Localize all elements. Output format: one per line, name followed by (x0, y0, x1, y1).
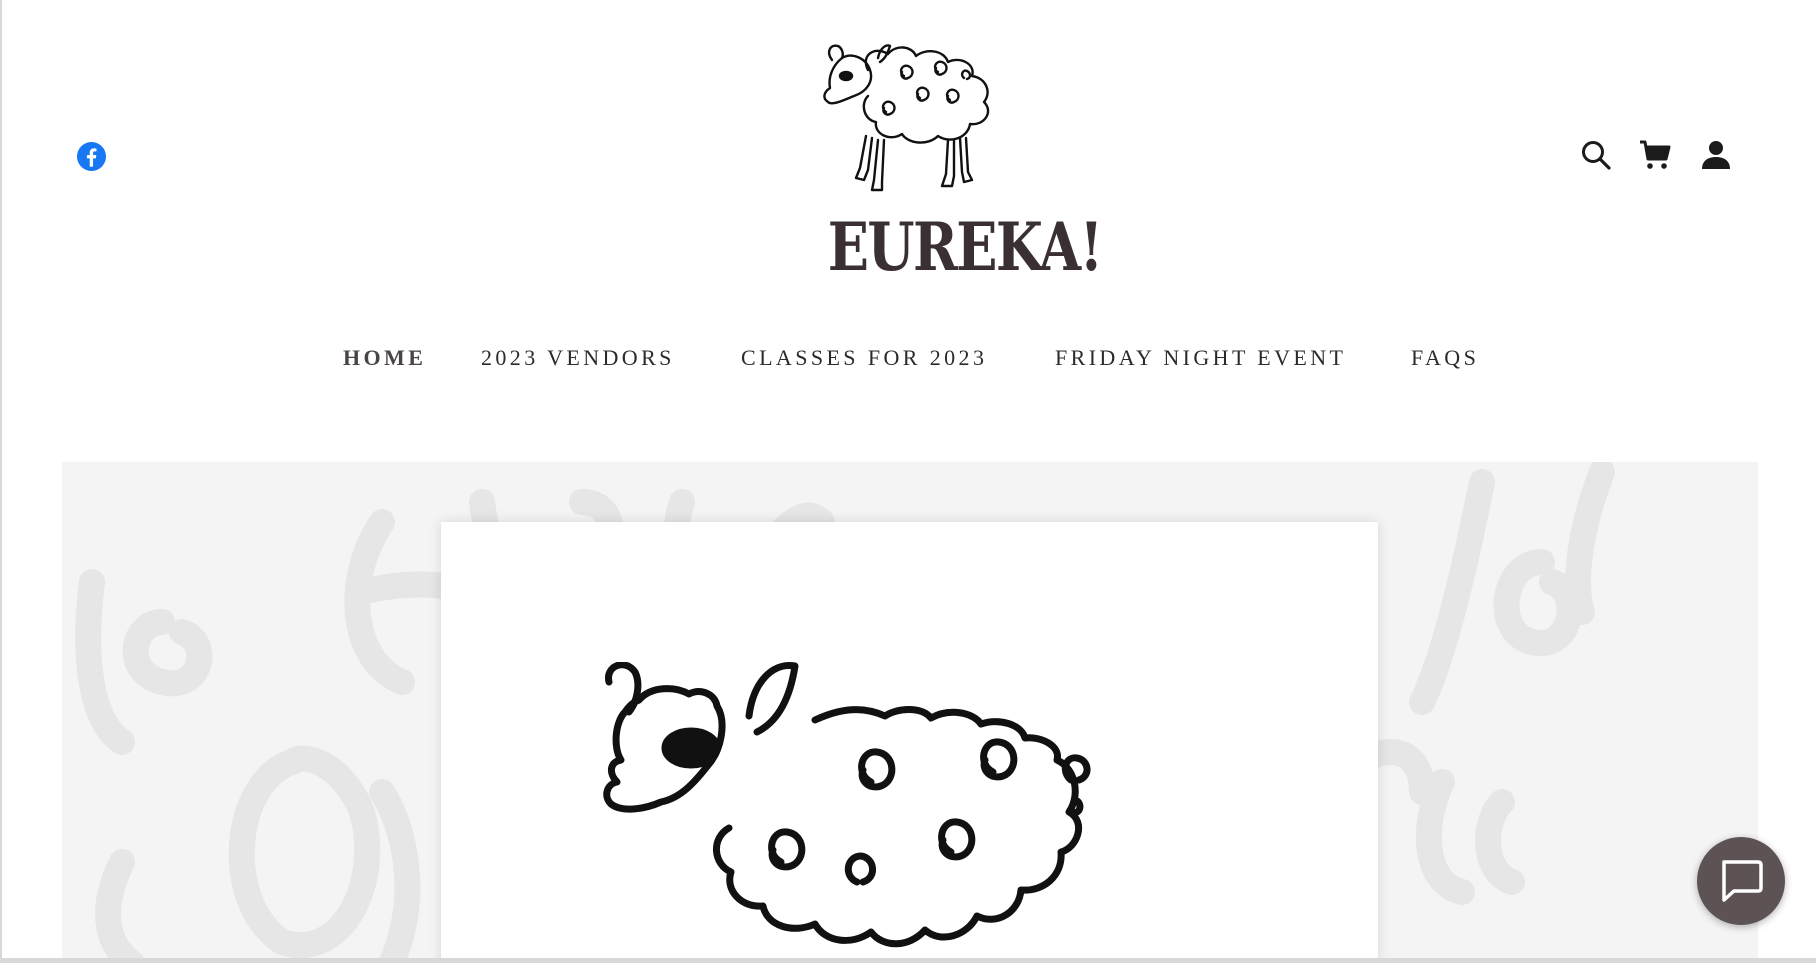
nav-item-home[interactable]: HOME (343, 345, 426, 371)
facebook-icon[interactable] (76, 141, 107, 172)
hero-sheep-image (603, 662, 1091, 948)
main-nav: HOME 2023 VENDORS CLASSES FOR 2023 FRIDA… (0, 345, 1816, 375)
search-icon[interactable] (1580, 139, 1612, 171)
chat-button[interactable] (1697, 837, 1785, 925)
nav-item-friday-night-event[interactable]: FRIDAY NIGHT EVENT (1055, 345, 1346, 371)
nav-item-2023-vendors[interactable]: 2023 VENDORS (481, 345, 675, 371)
logo-sheep-image (823, 44, 990, 192)
nav-item-faqs[interactable]: FAQS (1411, 345, 1479, 371)
hero-image-card (441, 522, 1378, 963)
account-icon[interactable] (1700, 139, 1732, 171)
site-logo[interactable]: EUREKA! (808, 40, 1103, 286)
logo-wordmark: EUREKA! (827, 208, 1103, 286)
hero-section (62, 462, 1758, 963)
nav-item-classes-for-2023[interactable]: CLASSES FOR 2023 (741, 345, 987, 371)
cart-icon[interactable] (1639, 139, 1671, 171)
chat-bubble-icon (1722, 860, 1763, 902)
window-bottom-edge (0, 958, 1816, 963)
